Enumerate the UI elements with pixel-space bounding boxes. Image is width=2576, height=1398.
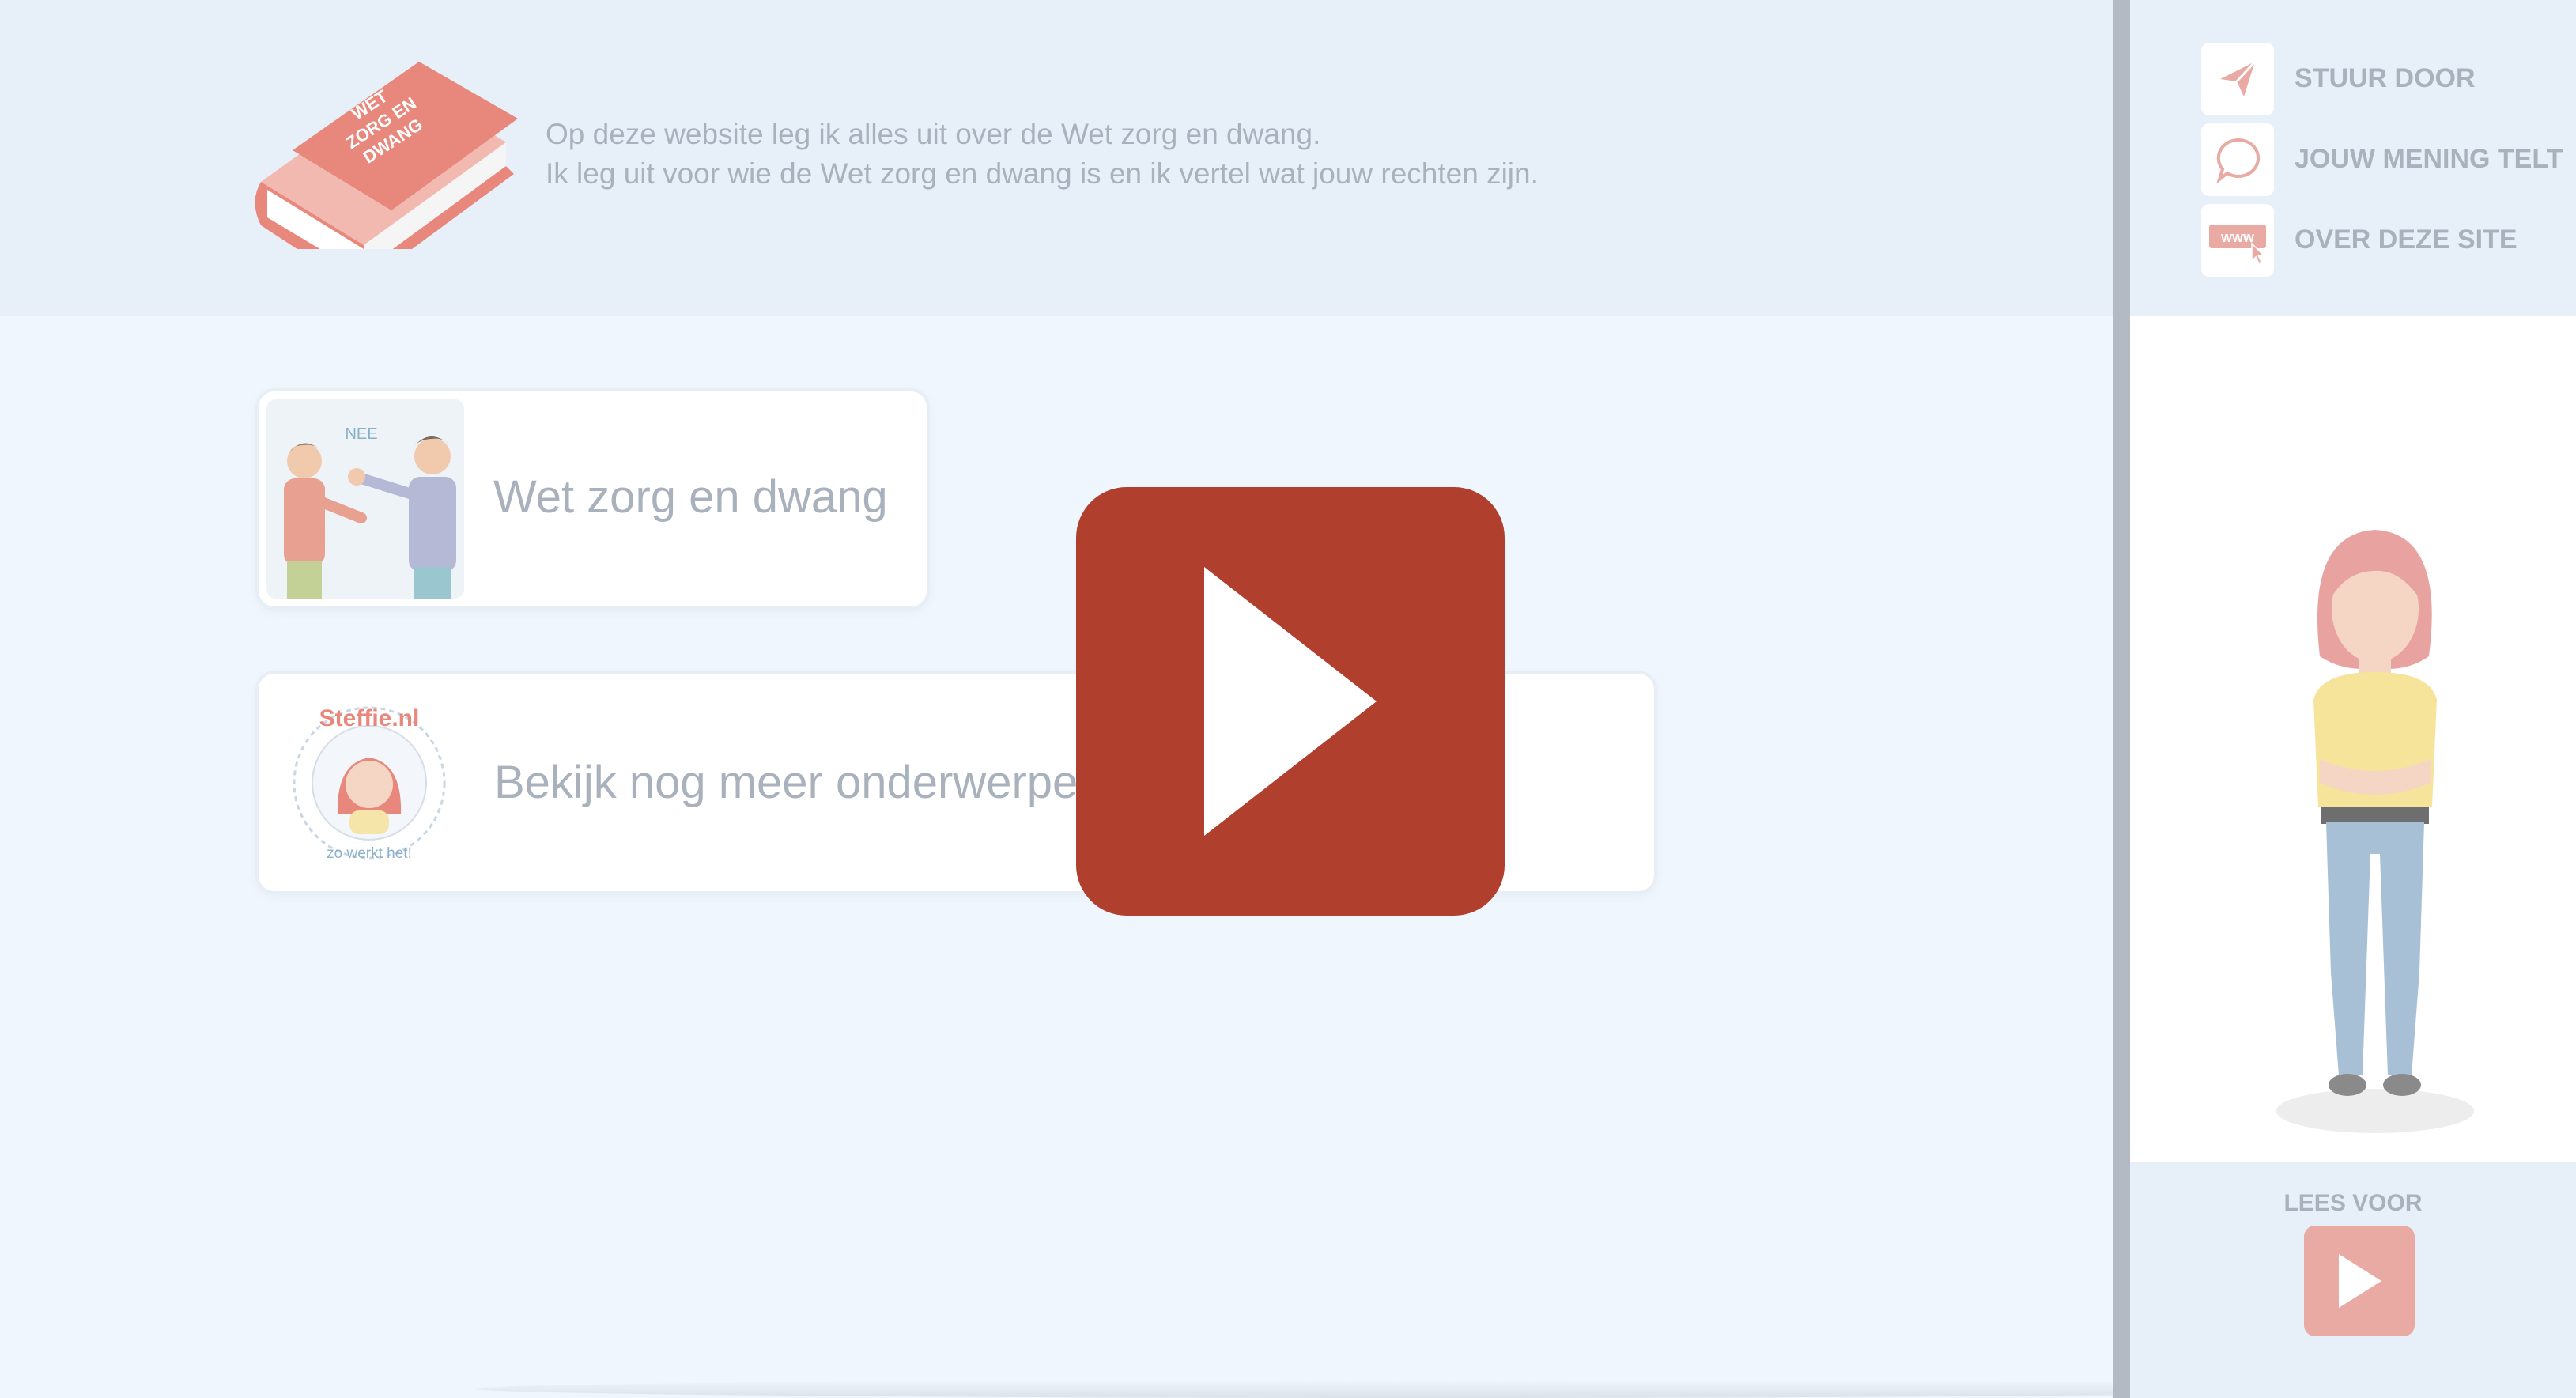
two-people-illustration: NEE	[266, 399, 464, 599]
menu-label: STUUR DOOR	[2295, 63, 2476, 93]
paper-plane-icon	[2201, 42, 2274, 115]
topic-card-wet-zorg-en-dwang[interactable]: NEE Wet zorg en dwang	[259, 391, 927, 606]
sidebar-menu: STUUR DOOR JOUW MENING TELT www OVER DEZ…	[2130, 0, 2576, 316]
www-icon-text: www	[2220, 229, 2255, 245]
sidebar: STUUR DOOR JOUW MENING TELT www OVER DEZ…	[2130, 0, 2576, 1398]
main-content: WET ZORG EN DWANG Op deze website leg ik…	[0, 0, 2372, 1398]
video-play-button[interactable]	[1076, 487, 1505, 916]
intro-line-2: Ik leg uit voor wie de Wet zorg en dwang…	[546, 157, 1539, 190]
logo-text-top: Steffie.nl	[319, 705, 420, 731]
steffie-character	[2276, 530, 2474, 1133]
steffie-logo: Steffie.nl zo werkt het!	[293, 705, 446, 862]
play-icon	[1204, 567, 1377, 836]
menu-label: JOUW MENING TELT	[2295, 144, 2563, 174]
speech-text-nee: NEE	[345, 425, 377, 443]
card-title: Wet zorg en dwang	[493, 471, 888, 523]
logo-text-bottom: zo werkt het!	[327, 845, 412, 862]
menu-label: OVER DEZE SITE	[2295, 225, 2517, 255]
menu-item-stuur-door[interactable]: STUUR DOOR	[2201, 41, 2565, 116]
intro-line-1: Op deze website leg ik alles uit over de…	[546, 118, 1321, 150]
www-cursor-icon: www	[2201, 203, 2274, 277]
header: WET ZORG EN DWANG Op deze website leg ik…	[0, 0, 2113, 316]
play-icon	[2339, 1254, 2381, 1308]
menu-item-jouw-mening-telt[interactable]: JOUW MENING TELT	[2201, 122, 2565, 197]
intro-text: Op deze website leg ik alles uit over de…	[546, 115, 1539, 194]
card-title: Bekijk nog meer onderwerpen op	[494, 757, 1168, 808]
menu-item-over-deze-site[interactable]: www OVER DEZE SITE	[2201, 202, 2565, 278]
speech-bubble-icon	[2201, 123, 2274, 196]
book-icon: WET ZORG EN DWANG	[255, 62, 518, 249]
sidebar-divider	[2113, 0, 2130, 1398]
lees-voor-button[interactable]	[2304, 1226, 2415, 1336]
bottom-shadow	[474, 1380, 2372, 1398]
lees-voor-label: LEES VOOR	[2283, 1190, 2423, 1216]
